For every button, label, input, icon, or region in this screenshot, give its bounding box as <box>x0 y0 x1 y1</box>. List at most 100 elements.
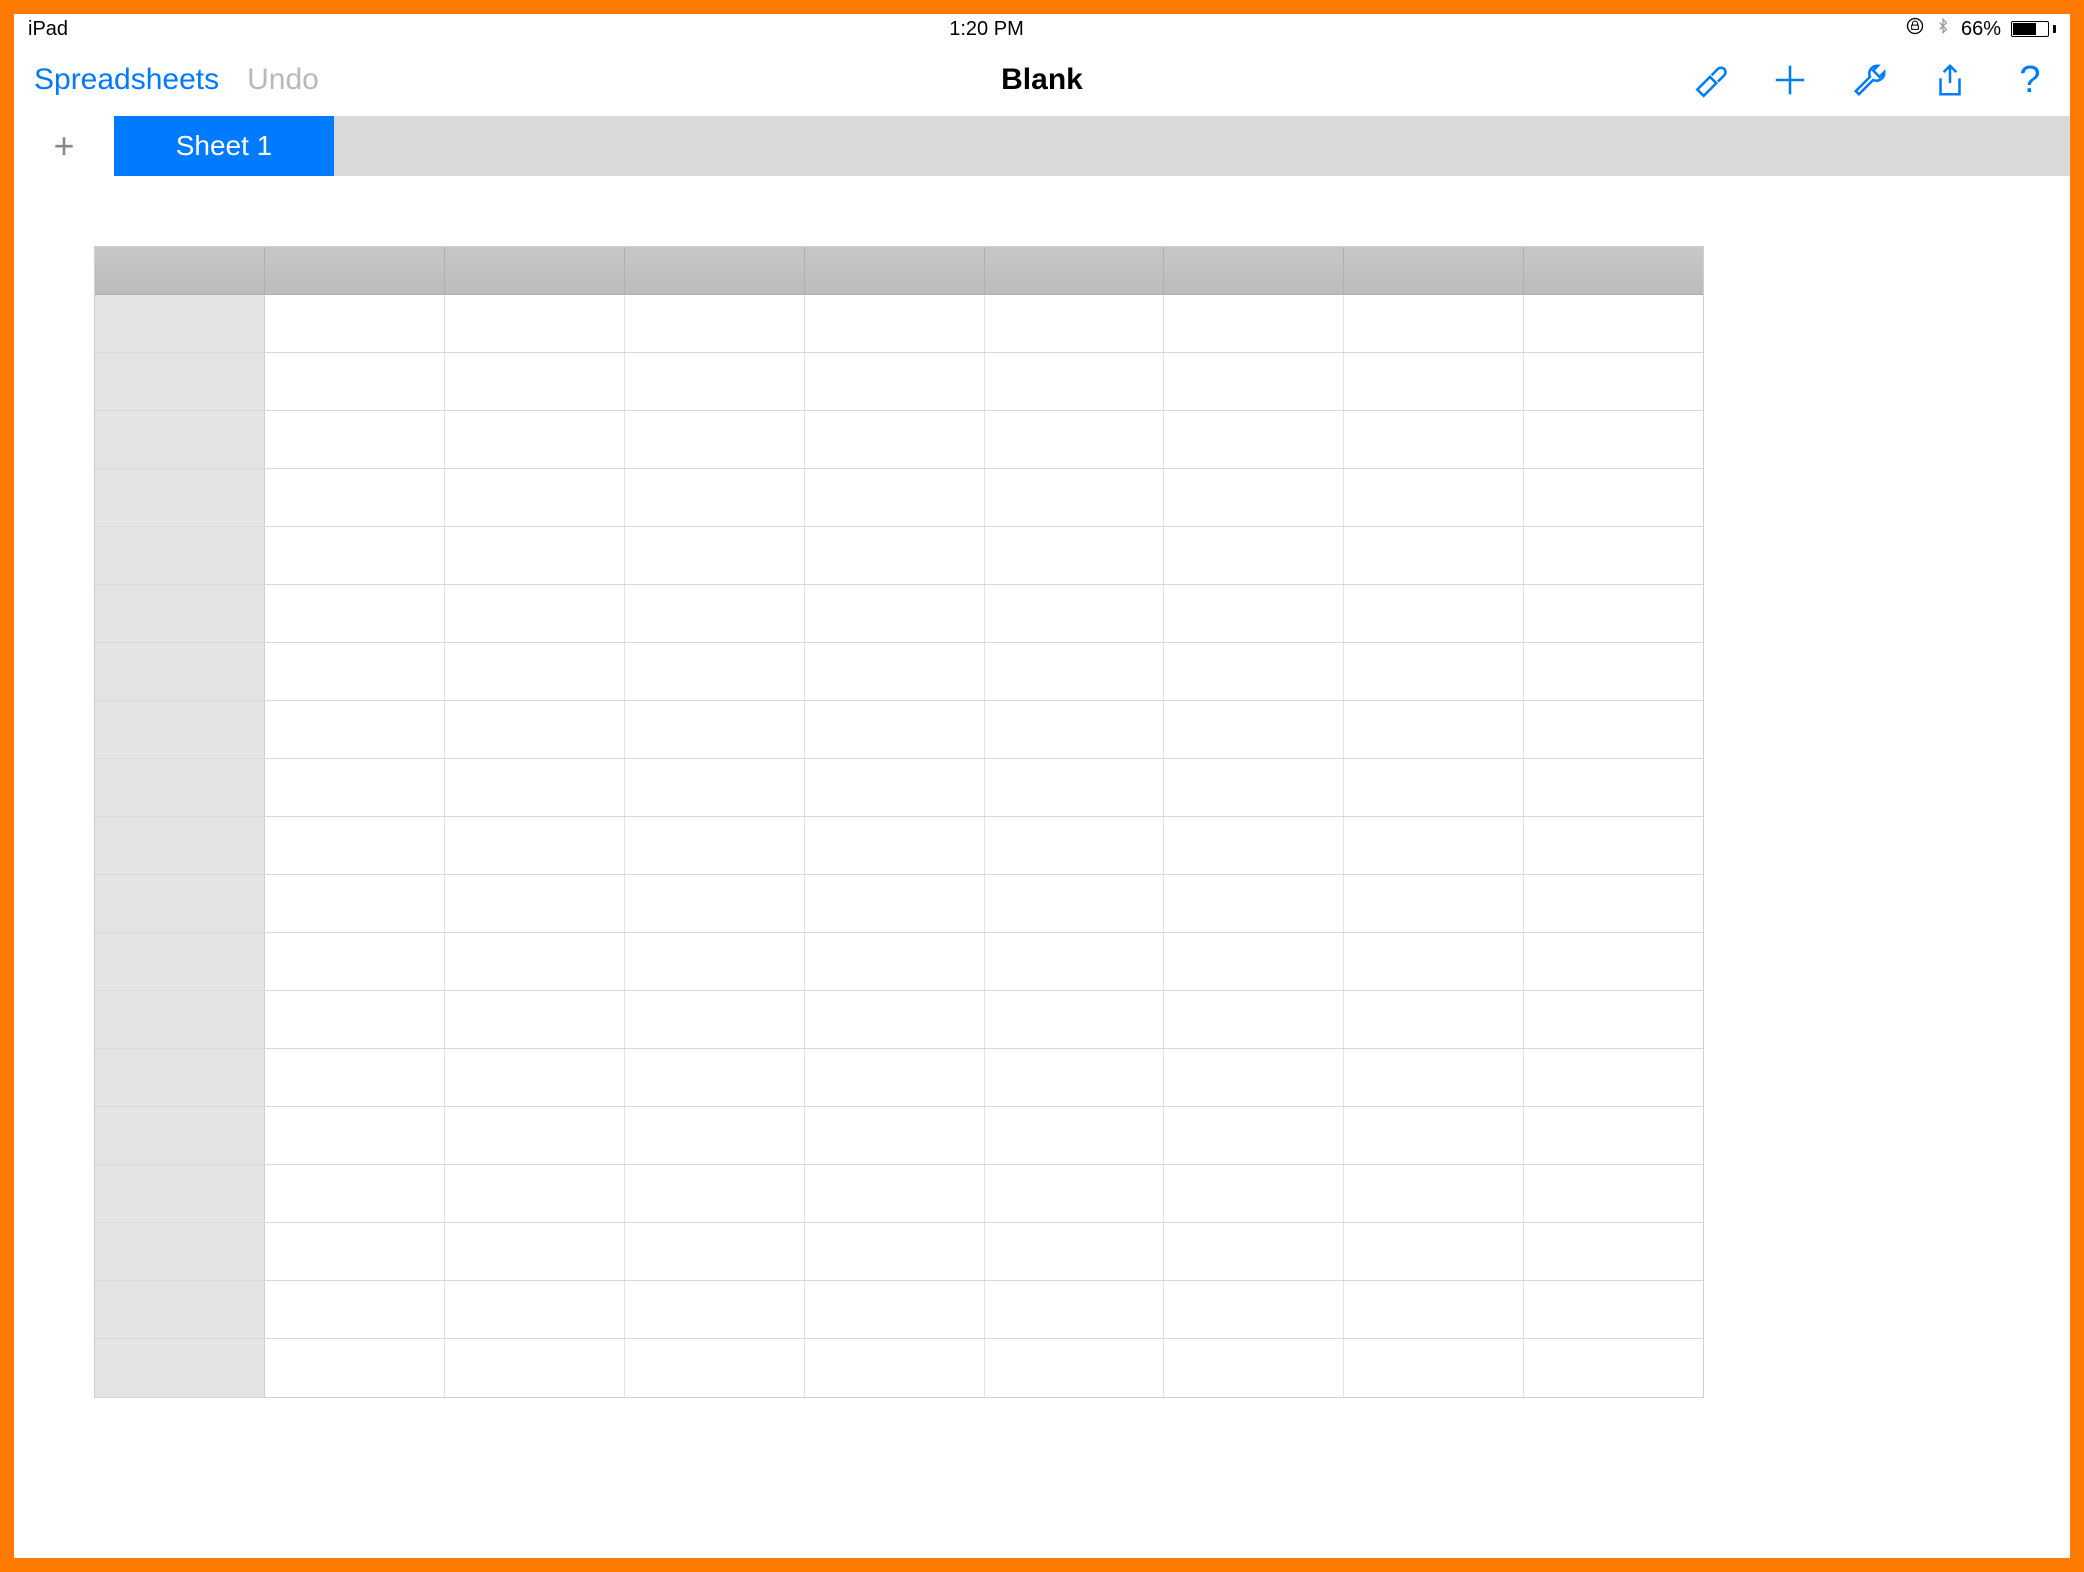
cell[interactable] <box>985 1107 1165 1164</box>
cell[interactable] <box>1524 643 1703 700</box>
cell[interactable] <box>265 1049 445 1106</box>
cell[interactable] <box>1344 1107 1524 1164</box>
cell[interactable] <box>625 295 805 352</box>
cell[interactable] <box>985 527 1165 584</box>
cell[interactable] <box>265 1165 445 1222</box>
cell[interactable] <box>265 1223 445 1280</box>
cell[interactable] <box>1164 295 1344 352</box>
cell[interactable] <box>625 469 805 526</box>
cell[interactable] <box>805 1107 985 1164</box>
column-header[interactable] <box>445 247 625 294</box>
select-all-corner[interactable] <box>95 247 265 294</box>
cell[interactable] <box>1524 585 1703 642</box>
cell[interactable] <box>1164 701 1344 758</box>
column-header[interactable] <box>1164 247 1344 294</box>
cell[interactable] <box>625 933 805 990</box>
cell[interactable] <box>1524 817 1703 874</box>
row-header[interactable] <box>95 933 265 990</box>
cell[interactable] <box>625 817 805 874</box>
cell[interactable] <box>265 875 445 932</box>
column-header[interactable] <box>805 247 985 294</box>
cell[interactable] <box>1344 1281 1524 1338</box>
cell[interactable] <box>1524 295 1703 352</box>
row-header[interactable] <box>95 701 265 758</box>
cell[interactable] <box>265 701 445 758</box>
cell[interactable] <box>625 759 805 816</box>
cell[interactable] <box>1524 933 1703 990</box>
cell[interactable] <box>1524 411 1703 468</box>
cell[interactable] <box>625 527 805 584</box>
cell[interactable] <box>1344 991 1524 1048</box>
cell[interactable] <box>805 1281 985 1338</box>
cell[interactable] <box>985 759 1165 816</box>
cell[interactable] <box>445 1049 625 1106</box>
add-icon[interactable] <box>1770 60 1810 100</box>
cell[interactable] <box>1164 1281 1344 1338</box>
row-header[interactable] <box>95 1165 265 1222</box>
row-header[interactable] <box>95 1281 265 1338</box>
cell[interactable] <box>1164 759 1344 816</box>
cell[interactable] <box>1344 1049 1524 1106</box>
cell[interactable] <box>445 759 625 816</box>
cell[interactable] <box>1164 991 1344 1048</box>
cell[interactable] <box>985 469 1165 526</box>
cell[interactable] <box>1344 759 1524 816</box>
cell[interactable] <box>265 527 445 584</box>
cell[interactable] <box>625 701 805 758</box>
cell[interactable] <box>1164 469 1344 526</box>
cell[interactable] <box>805 643 985 700</box>
cell[interactable] <box>985 991 1165 1048</box>
cell[interactable] <box>1164 1223 1344 1280</box>
row-header[interactable] <box>95 585 265 642</box>
cell[interactable] <box>445 817 625 874</box>
cell[interactable] <box>265 817 445 874</box>
cell[interactable] <box>985 701 1165 758</box>
cell[interactable] <box>625 353 805 410</box>
cell[interactable] <box>265 1339 445 1397</box>
cell[interactable] <box>1344 875 1524 932</box>
row-header[interactable] <box>95 1107 265 1164</box>
cell[interactable] <box>1524 991 1703 1048</box>
cell[interactable] <box>1344 933 1524 990</box>
row-header[interactable] <box>95 353 265 410</box>
cell[interactable] <box>1164 1339 1344 1397</box>
cell[interactable] <box>445 875 625 932</box>
row-header[interactable] <box>95 991 265 1048</box>
cell[interactable] <box>985 295 1165 352</box>
cell[interactable] <box>1524 1223 1703 1280</box>
row-header[interactable] <box>95 1049 265 1106</box>
cell[interactable] <box>265 1281 445 1338</box>
cell[interactable] <box>1524 353 1703 410</box>
cell[interactable] <box>265 643 445 700</box>
row-header[interactable] <box>95 469 265 526</box>
cell[interactable] <box>1344 353 1524 410</box>
cell[interactable] <box>1164 643 1344 700</box>
cell[interactable] <box>805 1049 985 1106</box>
cell[interactable] <box>985 1165 1165 1222</box>
cell[interactable] <box>265 759 445 816</box>
cell[interactable] <box>265 585 445 642</box>
cell[interactable] <box>265 469 445 526</box>
cell[interactable] <box>1164 1049 1344 1106</box>
cell[interactable] <box>985 1281 1165 1338</box>
cell[interactable] <box>1524 759 1703 816</box>
column-header[interactable] <box>985 247 1165 294</box>
cell[interactable] <box>445 469 625 526</box>
format-brush-icon[interactable] <box>1690 60 1730 100</box>
cell[interactable] <box>265 991 445 1048</box>
cell[interactable] <box>805 759 985 816</box>
cell[interactable] <box>805 527 985 584</box>
add-sheet-button[interactable]: + <box>14 116 114 176</box>
cell[interactable] <box>805 991 985 1048</box>
cell[interactable] <box>1344 701 1524 758</box>
cell[interactable] <box>265 933 445 990</box>
row-header[interactable] <box>95 1339 265 1397</box>
cell[interactable] <box>625 1339 805 1397</box>
cell[interactable] <box>625 875 805 932</box>
cell[interactable] <box>1164 411 1344 468</box>
cell[interactable] <box>625 643 805 700</box>
cell[interactable] <box>265 1107 445 1164</box>
cell[interactable] <box>445 991 625 1048</box>
cell[interactable] <box>445 643 625 700</box>
cell[interactable] <box>1164 527 1344 584</box>
